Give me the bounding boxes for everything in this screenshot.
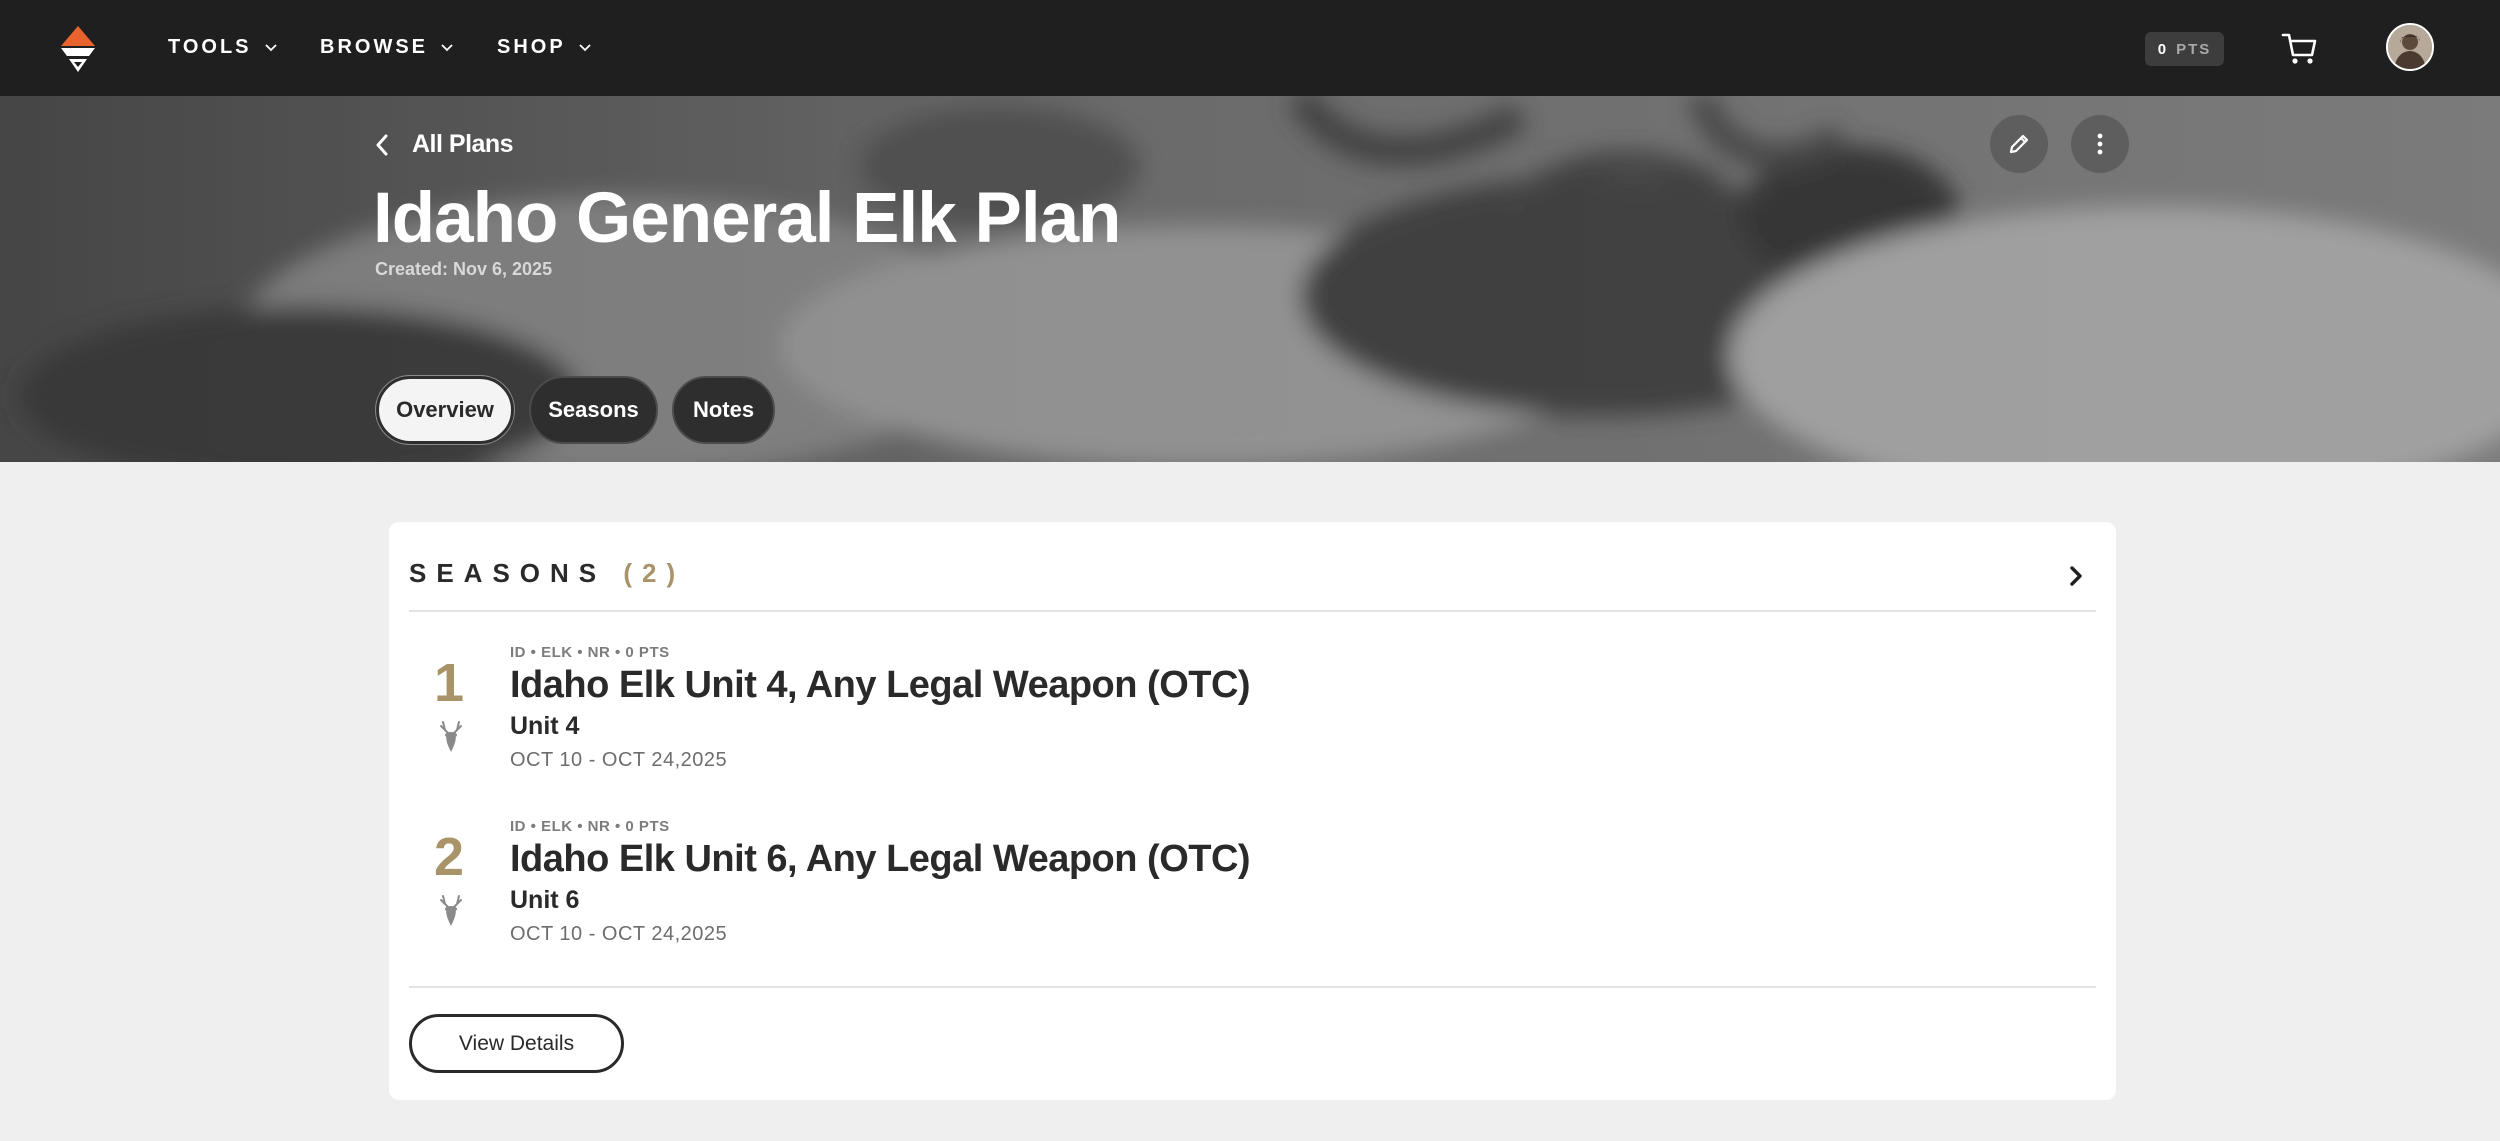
more-vertical-icon bbox=[2097, 133, 2103, 155]
tab-seasons[interactable]: Seasons bbox=[529, 376, 658, 444]
elk-icon bbox=[440, 895, 462, 926]
pencil-icon bbox=[2009, 134, 2029, 154]
plan-hero: All Plans Idaho General Elk Plan Created… bbox=[0, 96, 2500, 462]
page-title: Idaho General Elk Plan bbox=[373, 179, 1121, 258]
logo-icon[interactable] bbox=[55, 24, 101, 74]
nav-tools[interactable]: TOOLS bbox=[168, 36, 278, 59]
avatar-image bbox=[2388, 25, 2432, 69]
season-item[interactable]: 1 ID • ELK • NR • 0 PTS Idaho Elk Unit 4… bbox=[409, 642, 2096, 792]
season-item[interactable]: 2 ID • ELK • NR • 0 PTS Idaho Elk Unit 6… bbox=[409, 816, 2096, 966]
view-details-label: View Details bbox=[458, 1031, 575, 1055]
edit-button[interactable] bbox=[1990, 115, 2048, 173]
user-avatar[interactable] bbox=[2386, 23, 2434, 71]
tab-overview-label: Overview bbox=[396, 397, 494, 422]
season-meta: ID • ELK • NR • 0 PTS bbox=[510, 644, 670, 661]
chevron-down-icon bbox=[441, 43, 453, 51]
points-badge[interactable]: 0 PTS bbox=[2145, 32, 2224, 66]
back-label: All Plans bbox=[412, 130, 514, 158]
chevron-right-icon[interactable] bbox=[2065, 562, 2087, 590]
season-number: 2 bbox=[433, 827, 465, 887]
created-date: Created: Nov 6, 2025 bbox=[375, 259, 553, 279]
chevron-left-icon bbox=[376, 134, 388, 155]
points-value: 0 bbox=[2157, 40, 2169, 58]
season-unit: Unit 6 bbox=[510, 886, 580, 914]
chevron-down-icon bbox=[579, 43, 591, 51]
seasons-heading-label: SEASONS bbox=[409, 558, 607, 588]
nav-browse-label: BROWSE bbox=[320, 36, 428, 58]
nav-browse[interactable]: BROWSE bbox=[320, 36, 454, 59]
seasons-card: SEASONS (2) 1 ID • ELK • NR • 0 PTS Idah… bbox=[389, 522, 2116, 1100]
nav-shop[interactable]: SHOP bbox=[497, 36, 592, 59]
season-number: 1 bbox=[433, 653, 465, 713]
tab-seasons-label: Seasons bbox=[548, 397, 639, 422]
season-meta: ID • ELK • NR • 0 PTS bbox=[510, 818, 670, 835]
divider bbox=[409, 986, 2096, 988]
seasons-count: (2) bbox=[623, 558, 686, 588]
back-to-all-plans-link[interactable]: All Plans bbox=[372, 130, 514, 159]
seasons-heading[interactable]: SEASONS (2) bbox=[409, 558, 685, 589]
season-dates: OCT 10 - OCT 24,2025 bbox=[510, 923, 728, 945]
view-details-button[interactable]: View Details bbox=[409, 1014, 624, 1073]
nav-shop-label: SHOP bbox=[497, 36, 566, 58]
season-unit: Unit 4 bbox=[510, 712, 580, 740]
points-unit: PTS bbox=[2176, 40, 2212, 58]
top-nav: TOOLS BROWSE SHOP 0 PTS bbox=[0, 0, 2500, 96]
tab-notes[interactable]: Notes bbox=[672, 376, 775, 444]
elk-icon bbox=[440, 721, 462, 752]
season-dates: OCT 10 - OCT 24,2025 bbox=[510, 749, 728, 771]
chevron-down-icon bbox=[264, 43, 277, 51]
season-title: Idaho Elk Unit 6, Any Legal Weapon (OTC) bbox=[510, 838, 1251, 880]
more-options-button[interactable] bbox=[2071, 115, 2129, 173]
nav-tools-label: TOOLS bbox=[168, 36, 252, 58]
season-title: Idaho Elk Unit 4, Any Legal Weapon (OTC) bbox=[510, 664, 1251, 706]
tab-overview[interactable]: Overview bbox=[376, 376, 514, 444]
cart-icon[interactable] bbox=[2280, 28, 2320, 68]
divider bbox=[409, 610, 2096, 612]
tab-notes-label: Notes bbox=[692, 397, 755, 422]
